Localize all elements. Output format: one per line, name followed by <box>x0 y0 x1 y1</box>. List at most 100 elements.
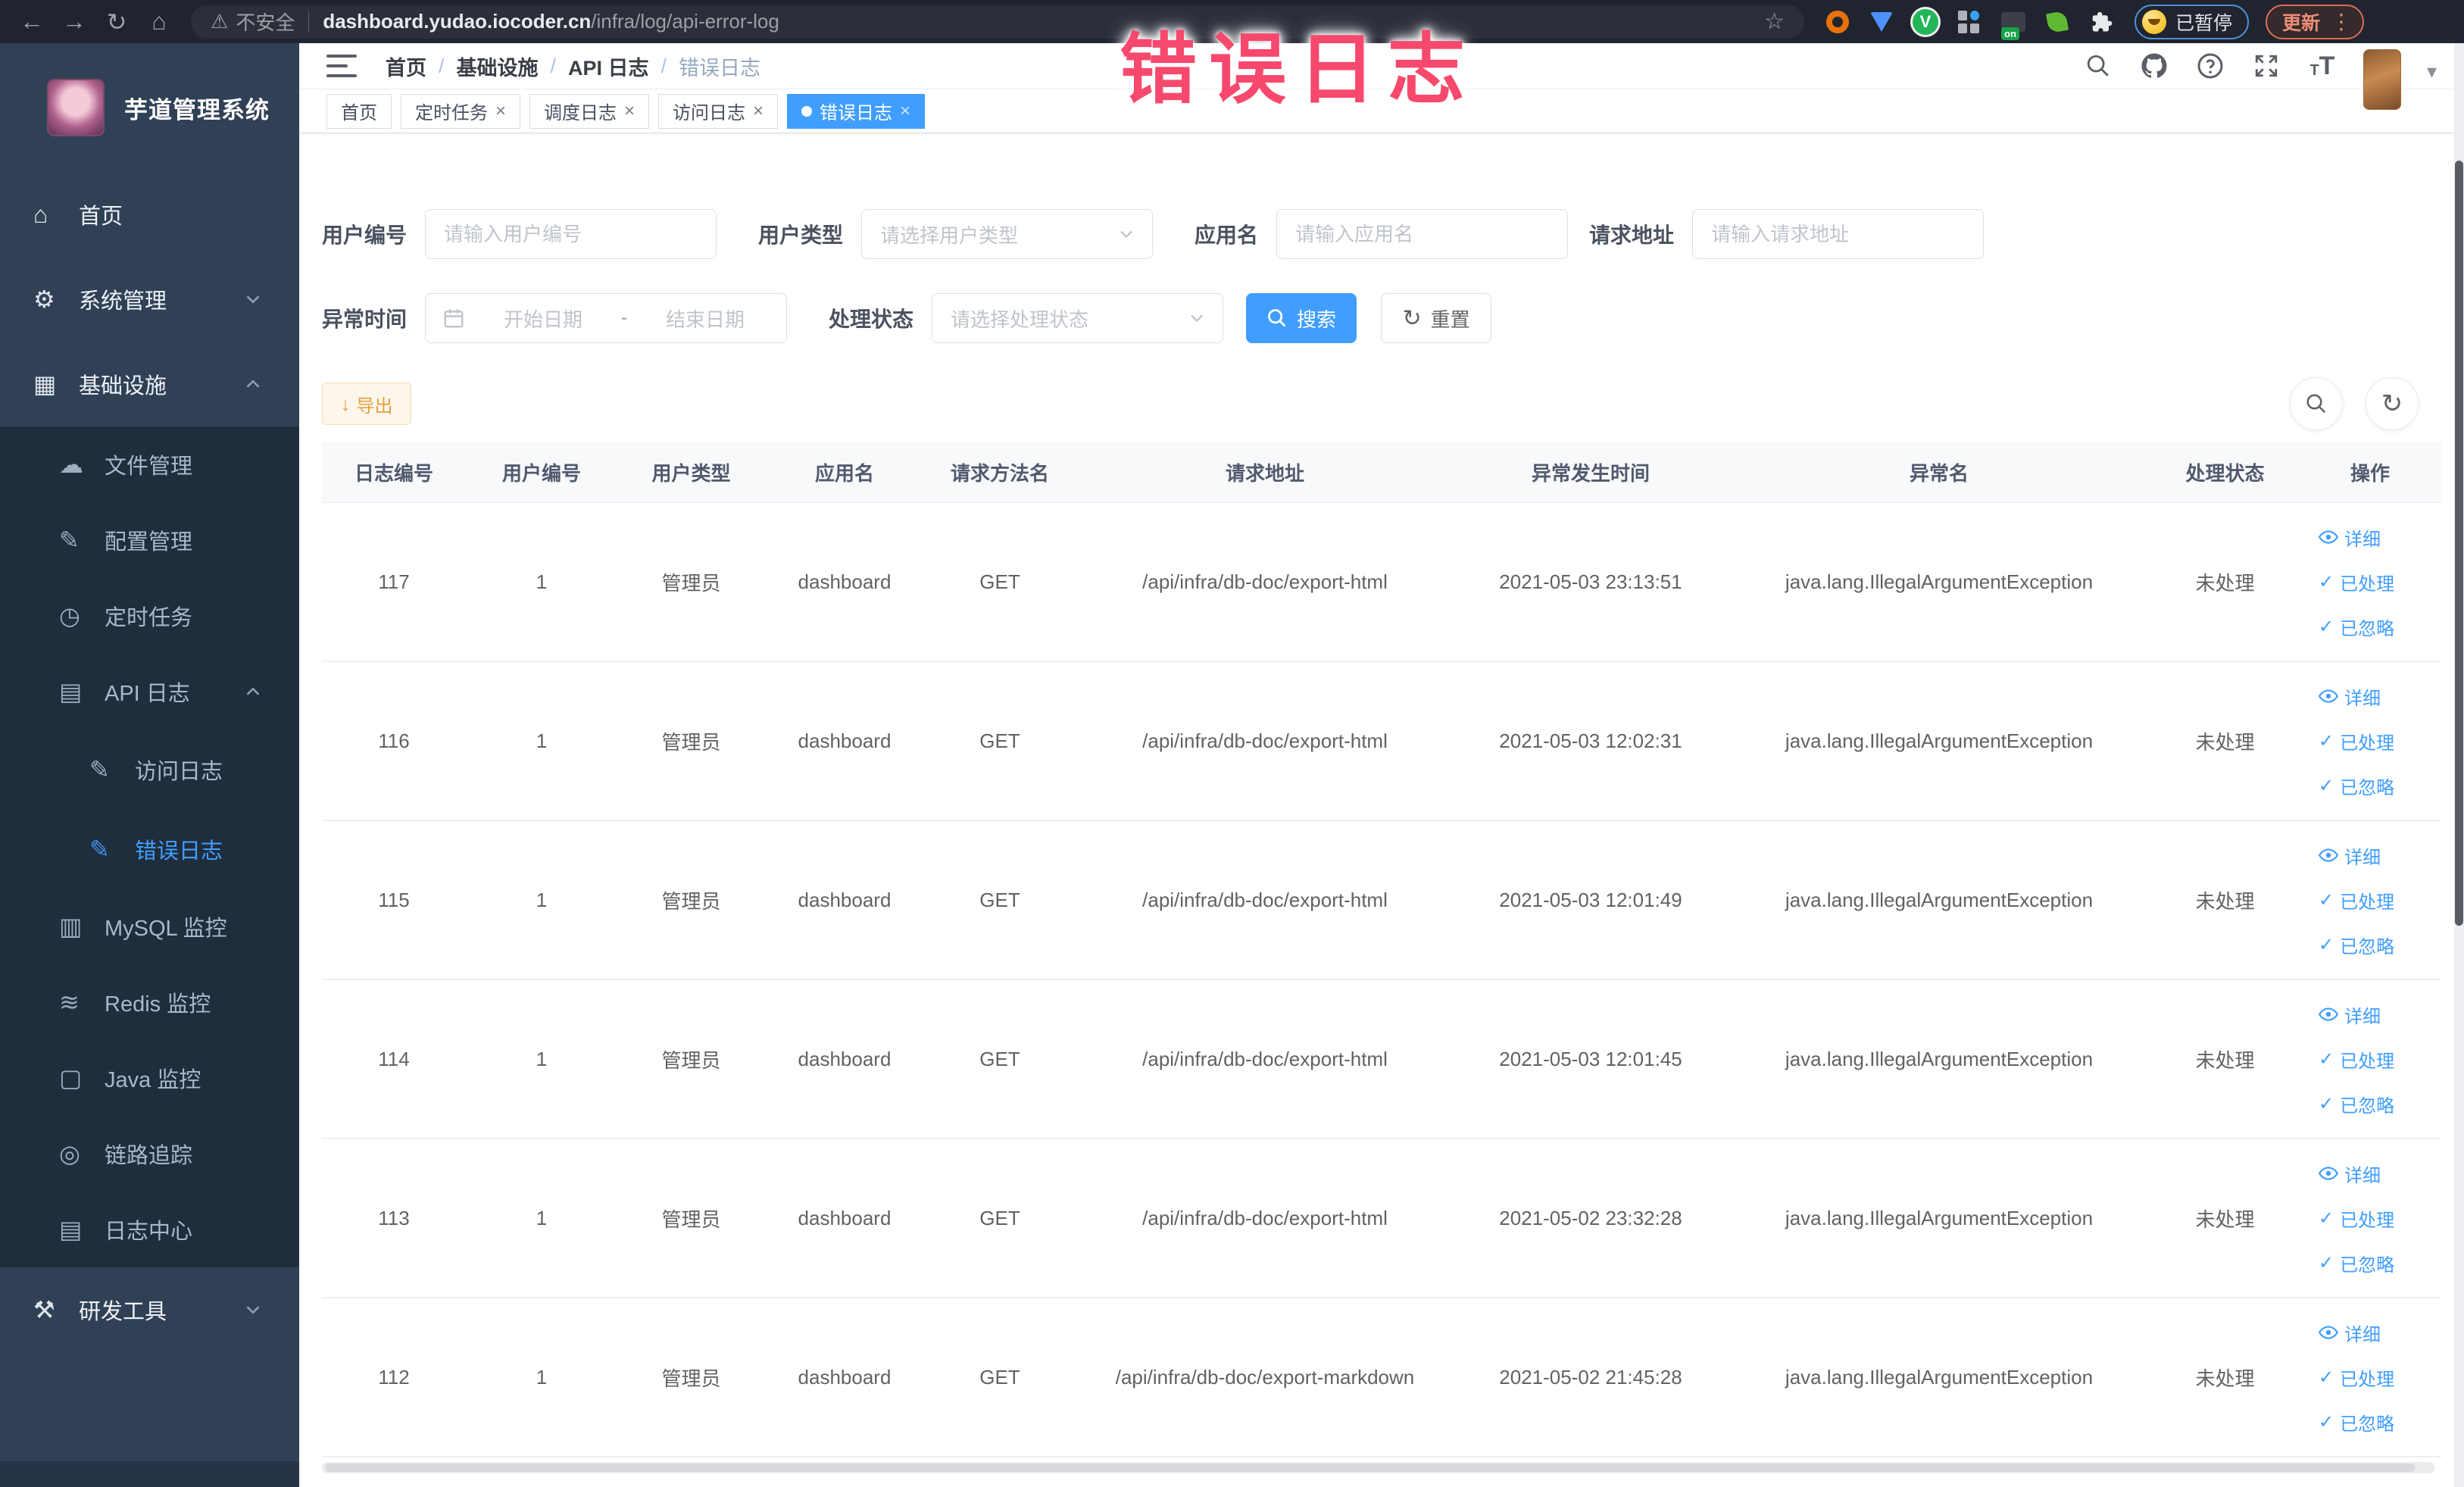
sidebar-item-error-log[interactable]: ✎ 错误日志 <box>0 809 299 889</box>
extension-icon-green-v[interactable]: V <box>1912 8 1939 36</box>
mark-ignored-link[interactable]: ✓ 已忽略 <box>2319 1091 2394 1117</box>
bookmark-star-icon[interactable]: ☆ <box>1764 8 1785 35</box>
mark-ignored-link[interactable]: ✓ 已忽略 <box>2319 1250 2394 1276</box>
eye-icon <box>2319 1326 2338 1339</box>
close-icon[interactable]: × <box>900 102 910 120</box>
sidebar-item-java[interactable]: ▢ Java 监控 <box>0 1040 299 1116</box>
sidebar-item-job[interactable]: ◷ 定时任务 <box>0 578 299 654</box>
error-log-table: 日志编号 用户编号 用户类型 应用名 请求方法名 请求地址 异常发生时间 异常名 处理状态 操作 … <box>322 442 2441 1457</box>
sidebar-item-system[interactable]: ⚙ 系统管理 <box>0 257 299 342</box>
cell-status: 未处理 <box>2195 889 2255 913</box>
tab-调度日志[interactable]: 调度日志 × <box>529 93 650 129</box>
reset-button[interactable]: ↻ 重置 <box>1381 293 1492 343</box>
detail-link[interactable]: 详细 <box>2319 1161 2381 1187</box>
sidebar-item-file[interactable]: ☁ 文件管理 <box>0 426 299 502</box>
mark-ignored-link[interactable]: ✓ 已忽略 <box>2319 1409 2394 1435</box>
detail-link[interactable]: 详细 <box>2319 1001 2381 1028</box>
exception-time-range-input[interactable]: 开始日期 - 结束日期 <box>425 293 788 343</box>
browser-reload-icon[interactable]: ↻ <box>95 5 138 39</box>
sidebar-item-devtools[interactable]: ⚒ 研发工具 <box>0 1267 299 1352</box>
cell-user-type: 管理员 <box>661 1207 721 1231</box>
mark-processed-link[interactable]: ✓ 已处理 <box>2319 1205 2394 1232</box>
mark-processed-link[interactable]: ✓ 已处理 <box>2319 1046 2394 1073</box>
address-bar[interactable]: ⚠ 不安全 dashboard.yudao.iocoder.cn /infra/… <box>191 5 1804 39</box>
vertical-scrollbar[interactable] <box>2454 43 2464 1487</box>
extension-icon-donut[interactable] <box>1824 8 1851 36</box>
sidebar-item-api-log[interactable]: ▤ API 日志 <box>0 654 299 729</box>
extension-icon-leaf[interactable] <box>2044 8 2071 36</box>
breadcrumb-item[interactable]: 基础设施 <box>457 52 539 81</box>
user-menu-caret-icon[interactable]: ▾ <box>2427 60 2437 83</box>
search-button[interactable]: 搜索 <box>1246 293 1357 343</box>
column-header: 用户类型 <box>651 462 731 485</box>
font-size-icon[interactable]: TT <box>2307 51 2338 81</box>
check-icon: ✓ <box>2319 571 2334 592</box>
fullscreen-icon[interactable] <box>2251 51 2281 81</box>
github-icon[interactable] <box>2139 51 2169 81</box>
app-name-input[interactable] <box>1276 209 1569 259</box>
column-header: 请求方法名 <box>950 462 1049 485</box>
extension-icon-grid[interactable] <box>1956 8 1983 36</box>
site-security-chip[interactable]: ⚠ 不安全 <box>211 8 295 36</box>
close-icon[interactable]: × <box>495 102 506 120</box>
sidebar-item-infra[interactable]: ▦ 基础设施 <box>0 342 299 426</box>
extension-icon-shield[interactable] <box>1868 8 1895 36</box>
toggle-search-button[interactable] <box>2290 377 2343 430</box>
cell-status: 未处理 <box>2195 1048 2255 1072</box>
active-dot <box>801 105 813 117</box>
cell-request-url: /api/infra/db-doc/export-markdown <box>1115 1365 1415 1389</box>
mark-processed-link[interactable]: ✓ 已处理 <box>2319 569 2394 595</box>
browser-home-icon[interactable]: ⌂ <box>138 5 180 39</box>
refresh-table-button[interactable]: ↻ <box>2366 377 2419 430</box>
sidebar-collapse-icon[interactable] <box>326 55 357 77</box>
tab-错误日志[interactable]: 错误日志 × <box>787 93 926 129</box>
horizontal-scrollbar[interactable] <box>322 1462 2435 1473</box>
process-status-select[interactable]: 请选择处理状态 <box>932 293 1224 343</box>
detail-link[interactable]: 详细 <box>2319 683 2381 710</box>
close-icon[interactable]: × <box>753 102 764 120</box>
tab-访问日志[interactable]: 访问日志 × <box>658 93 779 129</box>
breadcrumb-item: 错误日志 <box>679 56 761 80</box>
cell-actions: 详细 ✓ 已处理 ✓ 已忽略 <box>2299 1320 2441 1435</box>
mark-processed-link[interactable]: ✓ 已处理 <box>2319 887 2394 914</box>
sidebar-item-log-center[interactable]: ▤ 日志中心 <box>0 1192 299 1267</box>
mark-ignored-link[interactable]: ✓ 已忽略 <box>2319 932 2394 958</box>
tab-定时任务[interactable]: 定时任务 × <box>401 93 521 129</box>
timer-icon: ◷ <box>59 602 80 629</box>
close-icon[interactable]: × <box>624 102 635 120</box>
mark-processed-link[interactable]: ✓ 已处理 <box>2319 1364 2394 1391</box>
help-icon[interactable] <box>2195 51 2225 81</box>
export-button[interactable]: ↓ 导出 <box>322 383 411 425</box>
breadcrumb-item[interactable]: API 日志 <box>568 52 649 81</box>
extension-icon-dark-on[interactable]: on <box>2000 8 2027 40</box>
mark-ignored-link[interactable]: ✓ 已忽略 <box>2319 614 2394 640</box>
cell-log-id: 116 <box>378 729 410 752</box>
sidebar-item-home[interactable]: ⌂ 首页 <box>0 172 299 257</box>
sidebar-item-access-log[interactable]: ✎ 访问日志 <box>0 729 299 809</box>
extensions-puzzle-icon[interactable] <box>2088 8 2115 36</box>
user-id-input[interactable] <box>425 209 717 259</box>
mark-ignored-link[interactable]: ✓ 已忽略 <box>2319 773 2394 799</box>
detail-link[interactable]: 详细 <box>2319 1320 2381 1346</box>
browser-forward-icon[interactable]: → <box>53 5 95 39</box>
sidebar-item-config[interactable]: ✎ 配置管理 <box>0 502 299 578</box>
mark-processed-link[interactable]: ✓ 已处理 <box>2319 728 2394 754</box>
detail-link[interactable]: 详细 <box>2319 524 2381 551</box>
cell-user-type: 管理员 <box>661 1048 721 1072</box>
tab-首页[interactable]: 首页 <box>326 93 392 129</box>
breadcrumb-item[interactable]: 首页 <box>386 52 426 81</box>
browser-profile-chip[interactable]: 已暂停 <box>2135 4 2250 39</box>
sidebar-logo-row[interactable]: 芋道管理系统 <box>0 43 299 172</box>
cell-exception-time: 2021-05-03 12:01:49 <box>1499 888 1682 911</box>
browser-back-icon[interactable]: ← <box>11 5 53 39</box>
user-type-select[interactable]: 请选择用户类型 <box>861 209 1154 259</box>
sidebar-item-mysql[interactable]: ▥ MySQL 监控 <box>0 889 299 964</box>
browser-update-button[interactable]: 更新 ⋮ <box>2266 4 2365 39</box>
request-url-input[interactable] <box>1692 209 1985 259</box>
sidebar-item-trace[interactable]: ◎ 链路追踪 <box>0 1116 299 1192</box>
search-icon[interactable] <box>2083 51 2113 81</box>
browser-menu-kebab-icon[interactable]: ⋮ <box>2331 9 2352 34</box>
process-status-label: 处理状态 <box>829 308 914 331</box>
detail-link[interactable]: 详细 <box>2319 842 2381 869</box>
sidebar-item-redis[interactable]: ≋ Redis 监控 <box>0 964 299 1040</box>
